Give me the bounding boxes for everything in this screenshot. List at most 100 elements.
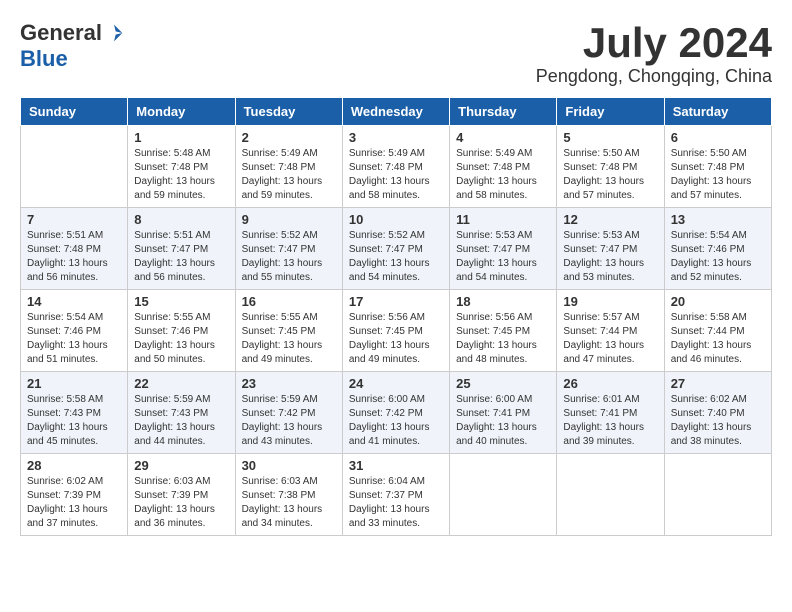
table-row: 19 Sunrise: 5:57 AMSunset: 7:44 PMDaylig… [557, 290, 664, 372]
day-number: 9 [242, 212, 336, 227]
table-row: 9 Sunrise: 5:52 AMSunset: 7:47 PMDayligh… [235, 208, 342, 290]
table-row: 11 Sunrise: 5:53 AMSunset: 7:47 PMDaylig… [450, 208, 557, 290]
table-row: 24 Sunrise: 6:00 AMSunset: 7:42 PMDaylig… [342, 372, 449, 454]
day-info: Sunrise: 6:00 AMSunset: 7:42 PMDaylight:… [349, 393, 443, 449]
table-row: 8 Sunrise: 5:51 AMSunset: 7:47 PMDayligh… [128, 208, 235, 290]
day-number: 26 [563, 376, 657, 391]
col-saturday: Saturday [664, 98, 771, 126]
day-info: Sunrise: 6:00 AMSunset: 7:41 PMDaylight:… [456, 393, 550, 449]
day-number: 13 [671, 212, 765, 227]
day-info: Sunrise: 5:53 AMSunset: 7:47 PMDaylight:… [456, 229, 550, 285]
day-info: Sunrise: 5:55 AMSunset: 7:46 PMDaylight:… [134, 311, 228, 367]
day-info: Sunrise: 6:01 AMSunset: 7:41 PMDaylight:… [563, 393, 657, 449]
day-number: 16 [242, 294, 336, 309]
logo-blue-text: Blue [20, 46, 68, 72]
day-number: 12 [563, 212, 657, 227]
day-number: 3 [349, 130, 443, 145]
col-tuesday: Tuesday [235, 98, 342, 126]
day-info: Sunrise: 5:49 AMSunset: 7:48 PMDaylight:… [242, 147, 336, 203]
day-info: Sunrise: 6:03 AMSunset: 7:38 PMDaylight:… [242, 475, 336, 531]
day-number: 22 [134, 376, 228, 391]
table-row: 3 Sunrise: 5:49 AMSunset: 7:48 PMDayligh… [342, 126, 449, 208]
day-info: Sunrise: 5:51 AMSunset: 7:48 PMDaylight:… [27, 229, 121, 285]
day-info: Sunrise: 5:53 AMSunset: 7:47 PMDaylight:… [563, 229, 657, 285]
day-info: Sunrise: 5:56 AMSunset: 7:45 PMDaylight:… [349, 311, 443, 367]
day-info: Sunrise: 6:02 AMSunset: 7:40 PMDaylight:… [671, 393, 765, 449]
table-row: 15 Sunrise: 5:55 AMSunset: 7:46 PMDaylig… [128, 290, 235, 372]
day-info: Sunrise: 6:02 AMSunset: 7:39 PMDaylight:… [27, 475, 121, 531]
day-number: 28 [27, 458, 121, 473]
calendar-week-row: 7 Sunrise: 5:51 AMSunset: 7:48 PMDayligh… [21, 208, 772, 290]
logo-general-text: General [20, 20, 102, 46]
logo-icon [104, 23, 124, 43]
day-number: 7 [27, 212, 121, 227]
table-row: 2 Sunrise: 5:49 AMSunset: 7:48 PMDayligh… [235, 126, 342, 208]
day-info: Sunrise: 5:59 AMSunset: 7:42 PMDaylight:… [242, 393, 336, 449]
table-row: 10 Sunrise: 5:52 AMSunset: 7:47 PMDaylig… [342, 208, 449, 290]
day-info: Sunrise: 5:48 AMSunset: 7:48 PMDaylight:… [134, 147, 228, 203]
location-subtitle: Pengdong, Chongqing, China [536, 66, 772, 87]
table-row: 22 Sunrise: 5:59 AMSunset: 7:43 PMDaylig… [128, 372, 235, 454]
table-row: 25 Sunrise: 6:00 AMSunset: 7:41 PMDaylig… [450, 372, 557, 454]
logo: General Blue [20, 20, 124, 72]
day-number: 24 [349, 376, 443, 391]
table-row: 29 Sunrise: 6:03 AMSunset: 7:39 PMDaylig… [128, 454, 235, 536]
day-number: 17 [349, 294, 443, 309]
day-number: 6 [671, 130, 765, 145]
calendar-week-row: 28 Sunrise: 6:02 AMSunset: 7:39 PMDaylig… [21, 454, 772, 536]
calendar-header-row: Sunday Monday Tuesday Wednesday Thursday… [21, 98, 772, 126]
day-info: Sunrise: 5:50 AMSunset: 7:48 PMDaylight:… [671, 147, 765, 203]
day-info: Sunrise: 6:04 AMSunset: 7:37 PMDaylight:… [349, 475, 443, 531]
day-info: Sunrise: 5:54 AMSunset: 7:46 PMDaylight:… [27, 311, 121, 367]
day-number: 21 [27, 376, 121, 391]
day-number: 1 [134, 130, 228, 145]
day-number: 27 [671, 376, 765, 391]
day-number: 19 [563, 294, 657, 309]
table-row [664, 454, 771, 536]
table-row: 23 Sunrise: 5:59 AMSunset: 7:42 PMDaylig… [235, 372, 342, 454]
table-row: 7 Sunrise: 5:51 AMSunset: 7:48 PMDayligh… [21, 208, 128, 290]
calendar-week-row: 21 Sunrise: 5:58 AMSunset: 7:43 PMDaylig… [21, 372, 772, 454]
day-info: Sunrise: 5:54 AMSunset: 7:46 PMDaylight:… [671, 229, 765, 285]
table-row [21, 126, 128, 208]
page-header: General Blue July 2024 Pengdong, Chongqi… [20, 20, 772, 87]
day-info: Sunrise: 5:52 AMSunset: 7:47 PMDaylight:… [349, 229, 443, 285]
table-row: 1 Sunrise: 5:48 AMSunset: 7:48 PMDayligh… [128, 126, 235, 208]
table-row [557, 454, 664, 536]
day-info: Sunrise: 5:55 AMSunset: 7:45 PMDaylight:… [242, 311, 336, 367]
title-block: July 2024 Pengdong, Chongqing, China [536, 20, 772, 87]
table-row: 12 Sunrise: 5:53 AMSunset: 7:47 PMDaylig… [557, 208, 664, 290]
day-number: 10 [349, 212, 443, 227]
day-number: 29 [134, 458, 228, 473]
col-monday: Monday [128, 98, 235, 126]
table-row: 16 Sunrise: 5:55 AMSunset: 7:45 PMDaylig… [235, 290, 342, 372]
day-number: 30 [242, 458, 336, 473]
day-info: Sunrise: 5:59 AMSunset: 7:43 PMDaylight:… [134, 393, 228, 449]
day-info: Sunrise: 5:58 AMSunset: 7:43 PMDaylight:… [27, 393, 121, 449]
day-number: 23 [242, 376, 336, 391]
col-thursday: Thursday [450, 98, 557, 126]
day-info: Sunrise: 6:03 AMSunset: 7:39 PMDaylight:… [134, 475, 228, 531]
day-number: 5 [563, 130, 657, 145]
day-number: 25 [456, 376, 550, 391]
table-row: 17 Sunrise: 5:56 AMSunset: 7:45 PMDaylig… [342, 290, 449, 372]
table-row: 27 Sunrise: 6:02 AMSunset: 7:40 PMDaylig… [664, 372, 771, 454]
table-row: 30 Sunrise: 6:03 AMSunset: 7:38 PMDaylig… [235, 454, 342, 536]
day-info: Sunrise: 5:52 AMSunset: 7:47 PMDaylight:… [242, 229, 336, 285]
day-number: 11 [456, 212, 550, 227]
table-row: 6 Sunrise: 5:50 AMSunset: 7:48 PMDayligh… [664, 126, 771, 208]
table-row: 13 Sunrise: 5:54 AMSunset: 7:46 PMDaylig… [664, 208, 771, 290]
calendar-table: Sunday Monday Tuesday Wednesday Thursday… [20, 97, 772, 536]
table-row: 26 Sunrise: 6:01 AMSunset: 7:41 PMDaylig… [557, 372, 664, 454]
day-number: 20 [671, 294, 765, 309]
table-row [450, 454, 557, 536]
month-year-title: July 2024 [536, 20, 772, 66]
day-number: 31 [349, 458, 443, 473]
day-number: 2 [242, 130, 336, 145]
calendar-week-row: 14 Sunrise: 5:54 AMSunset: 7:46 PMDaylig… [21, 290, 772, 372]
day-info: Sunrise: 5:56 AMSunset: 7:45 PMDaylight:… [456, 311, 550, 367]
table-row: 21 Sunrise: 5:58 AMSunset: 7:43 PMDaylig… [21, 372, 128, 454]
table-row: 31 Sunrise: 6:04 AMSunset: 7:37 PMDaylig… [342, 454, 449, 536]
table-row: 28 Sunrise: 6:02 AMSunset: 7:39 PMDaylig… [21, 454, 128, 536]
col-sunday: Sunday [21, 98, 128, 126]
